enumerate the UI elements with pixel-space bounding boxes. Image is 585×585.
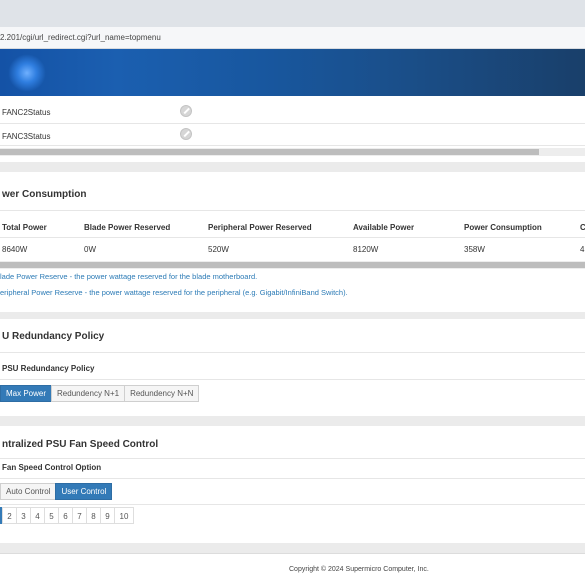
psu-policy-button-group: Max Power Redundency N+1 Redundency N+N	[0, 385, 200, 402]
fan-speed-pagination: 2 3 4 5 6 7 8 9 10	[0, 507, 134, 524]
fan-status-row: FANC2Status	[0, 100, 585, 124]
psu-redundancy-panel: U Redundancy Policy PSU Redundancy Polic…	[0, 319, 585, 416]
page-2-button[interactable]: 2	[2, 507, 17, 524]
copyright-text: Copyright © 2024 Supermicro Computer, In…	[289, 566, 429, 573]
status-disabled-icon	[180, 128, 192, 140]
peripheral-reserve-note: eripheral Power Reserve - the power watt…	[0, 288, 348, 297]
address-bar-url[interactable]: 2.201/cgi/url_redirect.cgi?url_name=topm…	[0, 33, 161, 42]
col-header-truncated: C	[580, 223, 585, 232]
scrollbar-thumb[interactable]	[0, 262, 585, 268]
cell-truncated: 4	[580, 245, 585, 254]
redundancy-n-plus-1-button[interactable]: Redundency N+1	[51, 385, 126, 402]
fan-status-panel: FANC2Status FANC3Status	[0, 96, 585, 162]
divider	[0, 458, 585, 459]
banner-logo-glow	[8, 54, 46, 92]
auto-control-button[interactable]: Auto Control	[0, 483, 57, 500]
page-3-button[interactable]: 3	[16, 507, 31, 524]
browser-tab-strip	[0, 0, 585, 27]
power-consumption-panel: wer Consumption Total Power Blade Power …	[0, 172, 585, 312]
cell-available-power: 8120W	[353, 245, 379, 254]
blade-reserve-note: lade Power Reserve - the power wattage r…	[0, 272, 258, 281]
divider	[0, 210, 585, 211]
status-disabled-icon	[180, 105, 192, 117]
fan-table-scrollbar[interactable]	[0, 148, 585, 156]
divider	[0, 237, 585, 238]
fan-status-label: FANC3Status	[2, 132, 51, 141]
cell-power-consumption: 358W	[464, 245, 485, 254]
page-6-button[interactable]: 6	[58, 507, 73, 524]
page-8-button[interactable]: 8	[86, 507, 101, 524]
redundancy-n-plus-n-button[interactable]: Redundency N+N	[124, 385, 200, 402]
divider	[0, 379, 585, 380]
fan-status-row: FANC3Status	[0, 124, 585, 146]
col-header-available-power: Available Power	[353, 223, 415, 232]
fan-control-button-group: Auto Control User Control	[0, 483, 113, 500]
address-bar[interactable]: 2.201/cgi/url_redirect.cgi?url_name=topm…	[0, 27, 585, 49]
fan-control-section-title: ntralized PSU Fan Speed Control	[2, 439, 159, 450]
user-control-button[interactable]: User Control	[55, 483, 113, 500]
divider	[0, 478, 585, 479]
cell-peripheral-reserved: 520W	[208, 245, 229, 254]
col-header-power-consumption: Power Consumption	[464, 223, 542, 232]
fan-status-label: FANC2Status	[2, 108, 51, 117]
scrollbar-thumb[interactable]	[0, 149, 539, 155]
page-footer: Copyright © 2024 Supermicro Computer, In…	[0, 553, 585, 585]
divider	[0, 352, 585, 353]
page-7-button[interactable]: 7	[72, 507, 87, 524]
page-9-button[interactable]: 9	[100, 507, 115, 524]
power-section-title: wer Consumption	[2, 189, 87, 200]
page-10-button[interactable]: 10	[114, 507, 134, 524]
col-header-blade-reserved: Blade Power Reserved	[84, 223, 171, 232]
cell-blade-reserved: 0W	[84, 245, 96, 254]
col-header-peripheral-reserved: Peripheral Power Reserved	[208, 223, 312, 232]
divider	[0, 504, 585, 505]
col-header-total-power: Total Power	[2, 223, 47, 232]
page-5-button[interactable]: 5	[44, 507, 59, 524]
fan-control-subhead: Fan Speed Control Option	[2, 463, 102, 472]
cell-total-power: 8640W	[2, 245, 28, 254]
psu-policy-subhead: PSU Redundancy Policy	[2, 364, 95, 373]
fan-speed-control-panel: ntralized PSU Fan Speed Control Fan Spee…	[0, 426, 585, 543]
psu-policy-section-title: U Redundancy Policy	[2, 331, 105, 342]
power-table-scrollbar[interactable]	[0, 261, 585, 269]
page-4-button[interactable]: 4	[30, 507, 45, 524]
max-power-button[interactable]: Max Power	[0, 385, 53, 402]
header-banner	[0, 49, 585, 96]
